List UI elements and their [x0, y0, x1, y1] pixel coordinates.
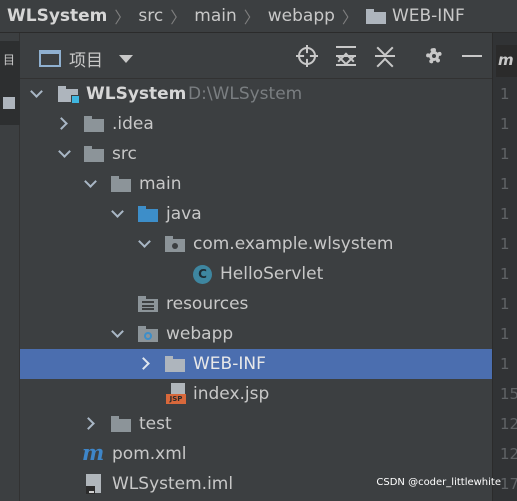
line-number: 12	[500, 415, 517, 433]
folder-icon	[165, 355, 185, 373]
tree-label: index.jsp	[193, 384, 270, 404]
tree-row-resources[interactable]: resources	[20, 289, 492, 319]
tree-label: WEB-INF	[193, 354, 266, 374]
tree-label: HelloServlet	[220, 264, 324, 284]
breadcrumb: WLSystem 〉 src 〉 main 〉 webapp 〉 WEB-INF	[0, 0, 517, 33]
tree-row-webapp[interactable]: webapp	[20, 319, 492, 349]
module-badge-icon	[71, 95, 80, 104]
java-class-icon: C	[193, 265, 212, 284]
breadcrumb-separator-icon: 〉	[170, 8, 187, 27]
tree-row-index-jsp[interactable]: JSP index.jsp	[20, 379, 492, 409]
package-icon	[165, 235, 185, 253]
panel-title: 项目	[69, 51, 103, 71]
window-icon	[39, 50, 61, 67]
module-folder-icon	[58, 85, 80, 104]
line-number: 1	[500, 235, 510, 253]
line-number: 1	[500, 325, 510, 343]
web-folder-icon	[138, 325, 158, 343]
project-tool-window-tab[interactable]: 目	[0, 41, 20, 125]
editor-tab-fragment[interactable]: m	[496, 45, 517, 77]
expand-arrow-icon[interactable]	[111, 325, 124, 338]
source-folder-icon	[138, 205, 158, 223]
tree-row-web-inf[interactable]: WEB-INF	[20, 349, 492, 379]
watermark: CSDN @coder_littlewhite	[376, 477, 501, 488]
expand-arrow-icon[interactable]	[137, 357, 150, 370]
minimize-icon[interactable]	[461, 45, 483, 67]
folder-icon	[3, 97, 15, 109]
expand-all-icon[interactable]	[335, 45, 357, 70]
tab-glyph: 目	[2, 53, 15, 67]
folder-icon	[111, 175, 131, 193]
left-tool-strip: 目	[0, 33, 20, 501]
folder-icon	[365, 8, 386, 24]
breadcrumb-project[interactable]: WLSystem	[7, 6, 107, 26]
tree-label: .idea	[112, 114, 154, 134]
resources-folder-icon	[138, 295, 158, 313]
expand-arrow-icon[interactable]	[58, 145, 71, 158]
breadcrumb-separator-icon: 〉	[114, 8, 131, 27]
tree-label: WLSystem.iml	[112, 474, 234, 494]
project-panel-header: 项目	[20, 33, 492, 79]
tree-label: pom.xml	[112, 444, 187, 464]
tree-row-root[interactable]: WLSystem D:\WLSystem	[20, 79, 492, 109]
expand-arrow-icon[interactable]	[30, 85, 43, 98]
project-tree: WLSystem D:\WLSystem .idea src main java…	[20, 79, 492, 501]
maven-icon: m	[82, 440, 105, 465]
tree-label: com.example.wlsystem	[193, 234, 394, 254]
line-number: 17	[500, 475, 517, 493]
tree-row-package[interactable]: com.example.wlsystem	[20, 229, 492, 259]
tree-label: test	[139, 414, 172, 434]
expand-arrow-icon[interactable]	[55, 117, 68, 130]
breadcrumb-separator-icon: 〉	[341, 8, 358, 27]
tree-row-pom[interactable]: m pom.xml	[20, 439, 492, 469]
iml-file-icon	[84, 474, 102, 494]
tree-label: resources	[166, 294, 249, 314]
line-number: 1	[500, 295, 510, 313]
line-number: 1	[500, 205, 510, 223]
expand-arrow-icon[interactable]	[84, 175, 97, 188]
tree-label: webapp	[166, 324, 234, 344]
expand-arrow-icon[interactable]	[111, 205, 124, 218]
tree-label: java	[166, 204, 202, 224]
tree-row-idea[interactable]: .idea	[20, 109, 492, 139]
line-number: 12	[500, 445, 517, 463]
root-path: D:\WLSystem	[188, 84, 303, 104]
editor-gutter: m 1 1 1 1 1 1 1 1 1 1 15 12 12 17	[492, 33, 517, 501]
breadcrumb-main[interactable]: main	[194, 6, 236, 26]
line-number: 1	[500, 115, 510, 133]
breadcrumb-separator-icon: 〉	[243, 8, 260, 27]
expand-arrow-icon[interactable]	[82, 417, 95, 430]
line-number: 1	[500, 175, 510, 193]
tree-label: src	[112, 144, 137, 164]
jsp-file-icon: JSP	[166, 383, 186, 405]
gear-icon[interactable]	[423, 45, 445, 67]
line-number: 1	[500, 85, 510, 103]
tree-row-java[interactable]: java	[20, 199, 492, 229]
folder-icon	[111, 415, 131, 433]
tree-row-helloservlet[interactable]: C HelloServlet	[20, 259, 492, 289]
locate-target-icon[interactable]	[296, 45, 318, 67]
breadcrumb-webapp[interactable]: webapp	[268, 6, 335, 26]
line-number: 1	[500, 145, 510, 163]
project-view-selector[interactable]: 项目	[39, 46, 133, 71]
chevron-down-icon[interactable]	[119, 54, 133, 63]
expand-arrow-icon[interactable]	[138, 235, 151, 248]
breadcrumb-src[interactable]: src	[138, 6, 163, 26]
line-number: 1	[500, 355, 510, 373]
tree-row-test[interactable]: test	[20, 409, 492, 439]
root-label: WLSystem	[86, 84, 187, 104]
line-number: 15	[500, 385, 517, 403]
tree-label: main	[139, 174, 182, 194]
tree-row-src[interactable]: src	[20, 139, 492, 169]
collapse-all-icon[interactable]	[374, 39, 396, 75]
tree-row-main[interactable]: main	[20, 169, 492, 199]
breadcrumb-web-inf[interactable]: WEB-INF	[392, 6, 465, 26]
folder-icon	[84, 145, 104, 163]
line-number: 1	[500, 265, 510, 283]
folder-icon	[84, 115, 104, 133]
